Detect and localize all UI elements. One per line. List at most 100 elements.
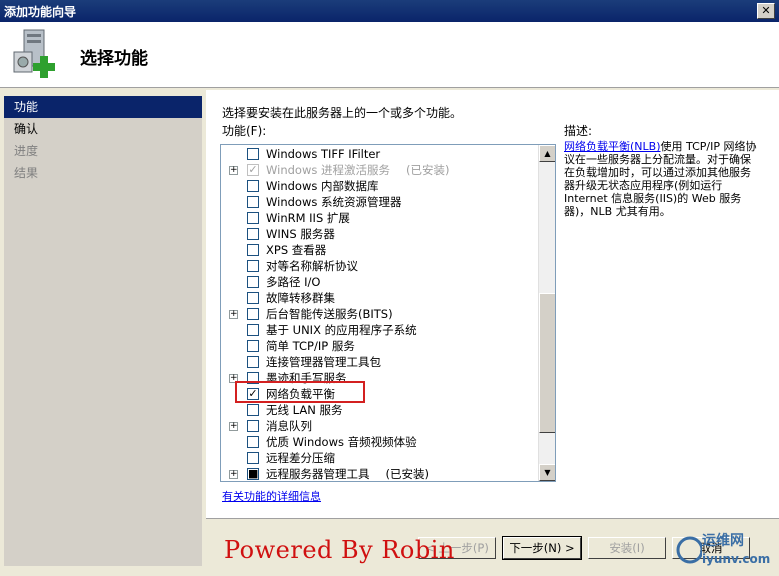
expand-spacer [229,358,238,367]
expand-spacer [229,230,238,239]
feature-row[interactable]: 对等名称解析协议 [221,258,537,274]
close-button[interactable]: ✕ [757,3,775,19]
expand-spacer [229,246,238,255]
feature-row[interactable]: + ■ 远程服务器管理工具 (已安装) [221,466,537,481]
expand-spacer [229,150,238,159]
intro-text: 选择要安装在此服务器上的一个或多个功能。 [222,106,463,120]
vertical-scrollbar[interactable]: ▲ ▼ [538,145,555,481]
expand-spacer [229,326,238,335]
feature-label: 远程差分压缩 [266,451,335,465]
feature-row[interactable]: + 后台智能传送服务(BITS) [221,306,537,322]
expand-spacer [229,198,238,207]
feature-row[interactable]: + ✓ Windows 进程激活服务 (已安装) [221,162,537,178]
expand-icon[interactable]: + [229,469,238,479]
feature-checkbox[interactable] [247,308,259,320]
feature-checkbox: ✓ [247,163,259,176]
nlb-link[interactable]: 网络负载平衡(NLB) [564,140,661,153]
feature-row[interactable]: 简单 TCP/IP 服务 [221,338,537,354]
feature-checkbox[interactable] [247,340,259,352]
features-tree[interactable]: Windows TIFF IFilter + ✓ Windows 进程激活服务 (已安装… [220,144,556,482]
next-button[interactable]: 下一步(N) > [502,536,582,560]
site-logo-icon [676,536,704,564]
feature-checkbox[interactable] [247,196,259,208]
main-panel: 选择要安装在此服务器上的一个或多个功能。 功能(F): 描述: Windows … [206,90,779,518]
more-info-link[interactable]: 有关功能的详细信息 [222,488,321,504]
feature-label: 基于 UNIX 的应用程序子系统 [266,323,417,337]
feature-row[interactable]: Windows 内部数据库 [221,178,537,194]
feature-label: 消息队列 [266,419,312,433]
expand-icon[interactable]: + [229,309,238,319]
feature-label: 多路径 I/O [266,275,321,289]
feature-row[interactable]: WinRM IIS 扩展 [221,210,537,226]
feature-row[interactable]: 基于 UNIX 的应用程序子系统 [221,322,537,338]
feature-row[interactable]: XPS 查看器 [221,242,537,258]
feature-checkbox[interactable] [247,212,259,224]
feature-checkbox[interactable] [247,276,259,288]
expand-icon[interactable]: + [229,421,238,431]
features-list-label: 功能(F): [222,124,267,138]
feature-checkbox[interactable] [247,244,259,256]
features-rows: Windows TIFF IFilter + ✓ Windows 进程激活服务 (已安装… [221,146,537,481]
feature-checkbox[interactable] [247,452,259,464]
expand-spacer [229,406,238,415]
feature-label: 无线 LAN 服务 [266,403,343,417]
feature-label: 连接管理器管理工具包 [266,355,381,369]
expand-spacer [229,182,238,191]
site-name-cn: 运维网 [702,533,744,549]
feature-row[interactable]: 远程差分压缩 [221,450,537,466]
page-heading: 选择功能 [80,49,148,69]
wizard-banner: 选择功能 [0,22,779,88]
expand-spacer [229,342,238,351]
feature-row[interactable]: Windows 系统资源管理器 [221,194,537,210]
site-name-en: iyunv.com [702,552,771,566]
feature-checkbox[interactable] [247,436,259,448]
feature-row[interactable]: 多路径 I/O [221,274,537,290]
feature-row[interactable]: Windows TIFF IFilter [221,146,537,162]
expand-spacer [229,278,238,287]
feature-row[interactable]: 优质 Windows 音频视频体验 [221,434,537,450]
feature-checkbox[interactable] [247,324,259,336]
feature-row[interactable]: 故障转移群集 [221,290,537,306]
feature-row[interactable]: + 消息队列 [221,418,537,434]
description-label: 描述: [564,124,593,138]
feature-checkbox[interactable] [247,404,259,416]
expand-spacer [229,438,238,447]
expand-icon[interactable]: + [229,165,238,175]
feature-status-note: (已安装) [406,163,450,177]
feature-row[interactable]: 连接管理器管理工具包 [221,354,537,370]
feature-checkbox[interactable] [247,180,259,192]
scroll-up-icon[interactable]: ▲ [539,145,555,162]
feature-row[interactable]: WINS 服务器 [221,226,537,242]
feature-label: WinRM IIS 扩展 [266,211,350,225]
install-button[interactable]: 安装(I) [588,537,666,559]
feature-checkbox[interactable] [247,260,259,272]
feature-status-note: (已安装) [385,467,429,481]
expand-spacer [229,214,238,223]
title-bar: 添加功能向导 ✕ [0,0,779,22]
scroll-down-icon[interactable]: ▼ [539,464,555,481]
feature-label: XPS 查看器 [266,243,327,257]
feature-label: Windows 系统资源管理器 [266,195,402,209]
feature-label: WINS 服务器 [266,227,335,241]
feature-label: 对等名称解析协议 [266,259,358,273]
step-progress: 进度 [14,144,39,158]
expand-spacer [229,454,238,463]
site-watermark: 运维网 iyunv.com [676,526,776,574]
feature-label: Windows 进程激活服务 [266,163,390,177]
wizard-steps: 功能 确认 进度 结果 [4,96,202,566]
feature-checkbox[interactable] [247,292,259,304]
feature-checkbox[interactable] [247,228,259,240]
server-add-icon [13,29,55,78]
scroll-thumb[interactable] [539,293,555,433]
feature-label: 后台智能传送服务(BITS) [266,307,393,321]
feature-checkbox[interactable] [247,356,259,368]
feature-label: Windows 内部数据库 [266,179,379,193]
description-panel: 网络负载平衡(NLB)使用 TCP/IP 网络协议在一些服务器上分配流量。对于确… [564,140,760,218]
step-features[interactable]: 功能 [4,96,202,118]
step-confirm[interactable]: 确认 [4,118,202,140]
feature-checkbox[interactable] [247,148,259,160]
feature-checkbox[interactable] [247,420,259,432]
feature-checkbox[interactable]: ■ [247,468,259,480]
feature-row[interactable]: 无线 LAN 服务 [221,402,537,418]
feature-label: Windows TIFF IFilter [266,147,381,161]
